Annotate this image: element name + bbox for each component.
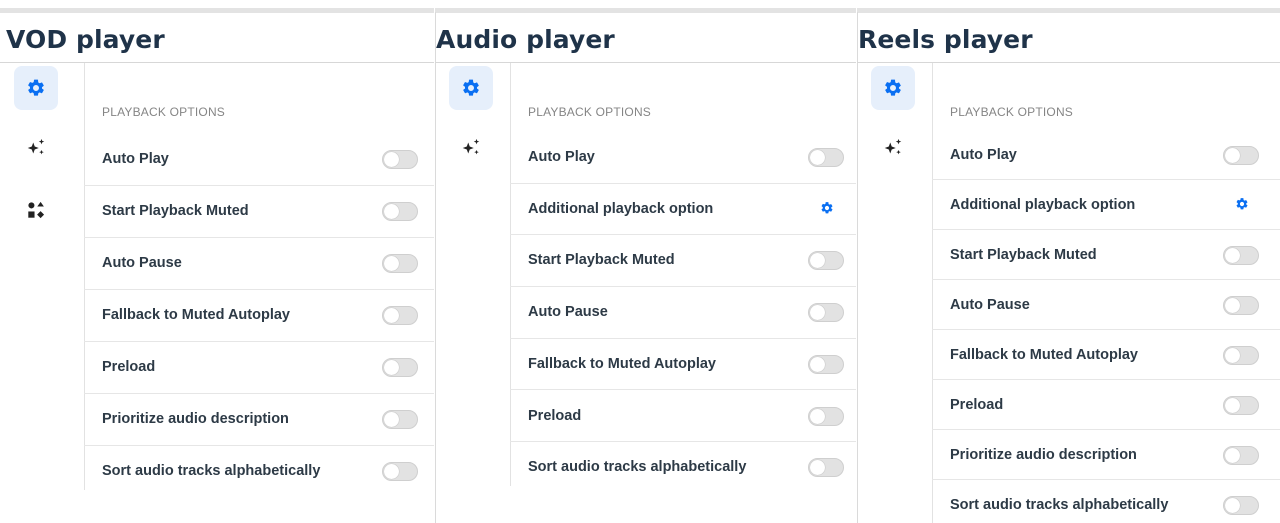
option-row: Fallback to Muted Autoplay [84,290,434,342]
sparkles-icon [25,137,47,159]
option-row: Additional playback option [510,184,856,236]
panel-top-rule [857,8,1280,13]
option-toggle[interactable] [382,306,418,325]
option-row: Additional playback option [932,180,1280,230]
option-toggle[interactable] [382,150,418,169]
panel-title: Audio player [436,25,615,54]
side-rail [857,63,932,523]
option-row: Sort audio tracks alphabetically [932,480,1280,523]
option-label: Fallback to Muted Autoplay [950,347,1138,363]
option-row: Prioritize audio description [932,430,1280,480]
option-row: Start Playback Muted [510,235,856,288]
option-label: Prioritize audio description [950,447,1137,463]
settings-icon [26,78,46,98]
side-rail [435,63,510,486]
option-row: Auto Pause [510,287,856,339]
option-label: Auto Play [102,151,169,167]
option-label: Additional playback option [528,200,714,217]
section-label: PLAYBACK OPTIONS [102,105,226,119]
option-toggle[interactable] [1223,146,1259,165]
option-row: Preload [84,342,434,394]
option-toggle[interactable] [1223,446,1259,465]
option-label: Sort audio tracks alphabetically [528,459,747,476]
option-label: Auto Play [528,149,595,165]
option-row: Auto Play [84,134,434,186]
panel-title: VOD player [6,25,165,54]
rail-button-sparkles[interactable] [449,126,493,170]
option-label: Auto Pause [102,255,182,271]
option-row: Sort audio tracks alphabetically [84,446,434,498]
option-label: Preload [528,407,582,424]
option-row: Sort audio tracks alphabetically [510,442,856,494]
panel-top-rule [435,8,856,13]
playback-options: PLAYBACK OPTIONS Auto Play Start Playback … [84,63,434,523]
panel-top-rule [0,8,434,13]
option-label: Start Playback Muted [950,247,1097,263]
player-panel: VOD player PLAYBACK OPTIONS Auto Play Start… [0,0,434,523]
option-label: Sort audio tracks alphabetically [950,497,1169,513]
option-row: Prioritize audio description [84,394,434,446]
option-label: Fallback to Muted Autoplay [102,307,290,323]
settings-icon [883,78,903,98]
option-row: Auto Pause [932,280,1280,330]
option-toggle[interactable] [382,254,418,273]
option-row: Fallback to Muted Autoplay [932,330,1280,380]
option-label: Start Playback Muted [102,203,249,219]
shapes-icon [25,199,47,221]
rail-button-sparkles[interactable] [871,126,915,170]
player-panel: Reels player PLAYBACK OPTIONS Auto Play Add… [857,0,1280,523]
option-label: Sort audio tracks alphabetically [102,463,321,479]
rail-button-shapes[interactable] [14,188,58,232]
option-label: Preload [102,359,156,375]
sparkles-icon [460,137,482,159]
option-toggle[interactable] [382,358,418,377]
settings-icon[interactable] [820,201,836,217]
option-label: Auto Pause [528,304,608,321]
option-toggle[interactable] [808,148,844,167]
option-toggle[interactable] [808,354,844,374]
sparkles-icon [882,137,904,159]
option-row: Start Playback Muted [932,230,1280,280]
option-label: Auto Play [950,147,1017,163]
player-panel: Audio player PLAYBACK OPTIONS Auto Play Add… [435,0,856,523]
option-toggle[interactable] [808,458,844,478]
panel-title: Reels player [858,25,1033,54]
option-label: Fallback to Muted Autoplay [528,355,716,372]
option-toggle[interactable] [1223,396,1259,415]
rail-button-settings[interactable] [14,66,58,110]
option-toggle[interactable] [1223,496,1259,515]
settings-icon [461,78,481,98]
option-row: Preload [510,391,856,443]
section-label: PLAYBACK OPTIONS [950,105,1074,119]
playback-options: PLAYBACK OPTIONS Auto Play Additional play… [510,63,856,523]
option-row: Preload [932,380,1280,430]
option-toggle[interactable] [382,202,418,221]
option-toggle[interactable] [808,303,844,323]
option-row: Auto Pause [84,238,434,290]
option-label: Auto Pause [950,297,1030,313]
option-toggle[interactable] [1223,246,1259,265]
option-toggle[interactable] [1223,346,1259,365]
option-label: Additional playback option [950,197,1136,213]
option-toggle[interactable] [1223,296,1259,315]
rail-button-settings[interactable] [871,66,915,110]
option-toggle[interactable] [382,462,418,481]
option-toggle[interactable] [808,251,844,271]
option-row: Fallback to Muted Autoplay [510,339,856,391]
option-label: Preload [950,397,1004,413]
section-label: PLAYBACK OPTIONS [528,105,652,119]
rail-button-settings[interactable] [449,66,493,110]
option-label: Start Playback Muted [528,252,675,269]
side-rail [0,63,84,490]
option-toggle[interactable] [808,406,844,426]
option-row: Auto Play [932,130,1280,180]
settings-icon[interactable] [1235,197,1251,213]
rail-button-sparkles[interactable] [14,126,58,170]
playback-options: PLAYBACK OPTIONS Auto Play Additional play… [932,63,1280,523]
option-row: Start Playback Muted [84,186,434,238]
option-row: Auto Play [510,132,856,184]
option-toggle[interactable] [382,410,418,429]
option-label: Prioritize audio description [102,411,289,427]
